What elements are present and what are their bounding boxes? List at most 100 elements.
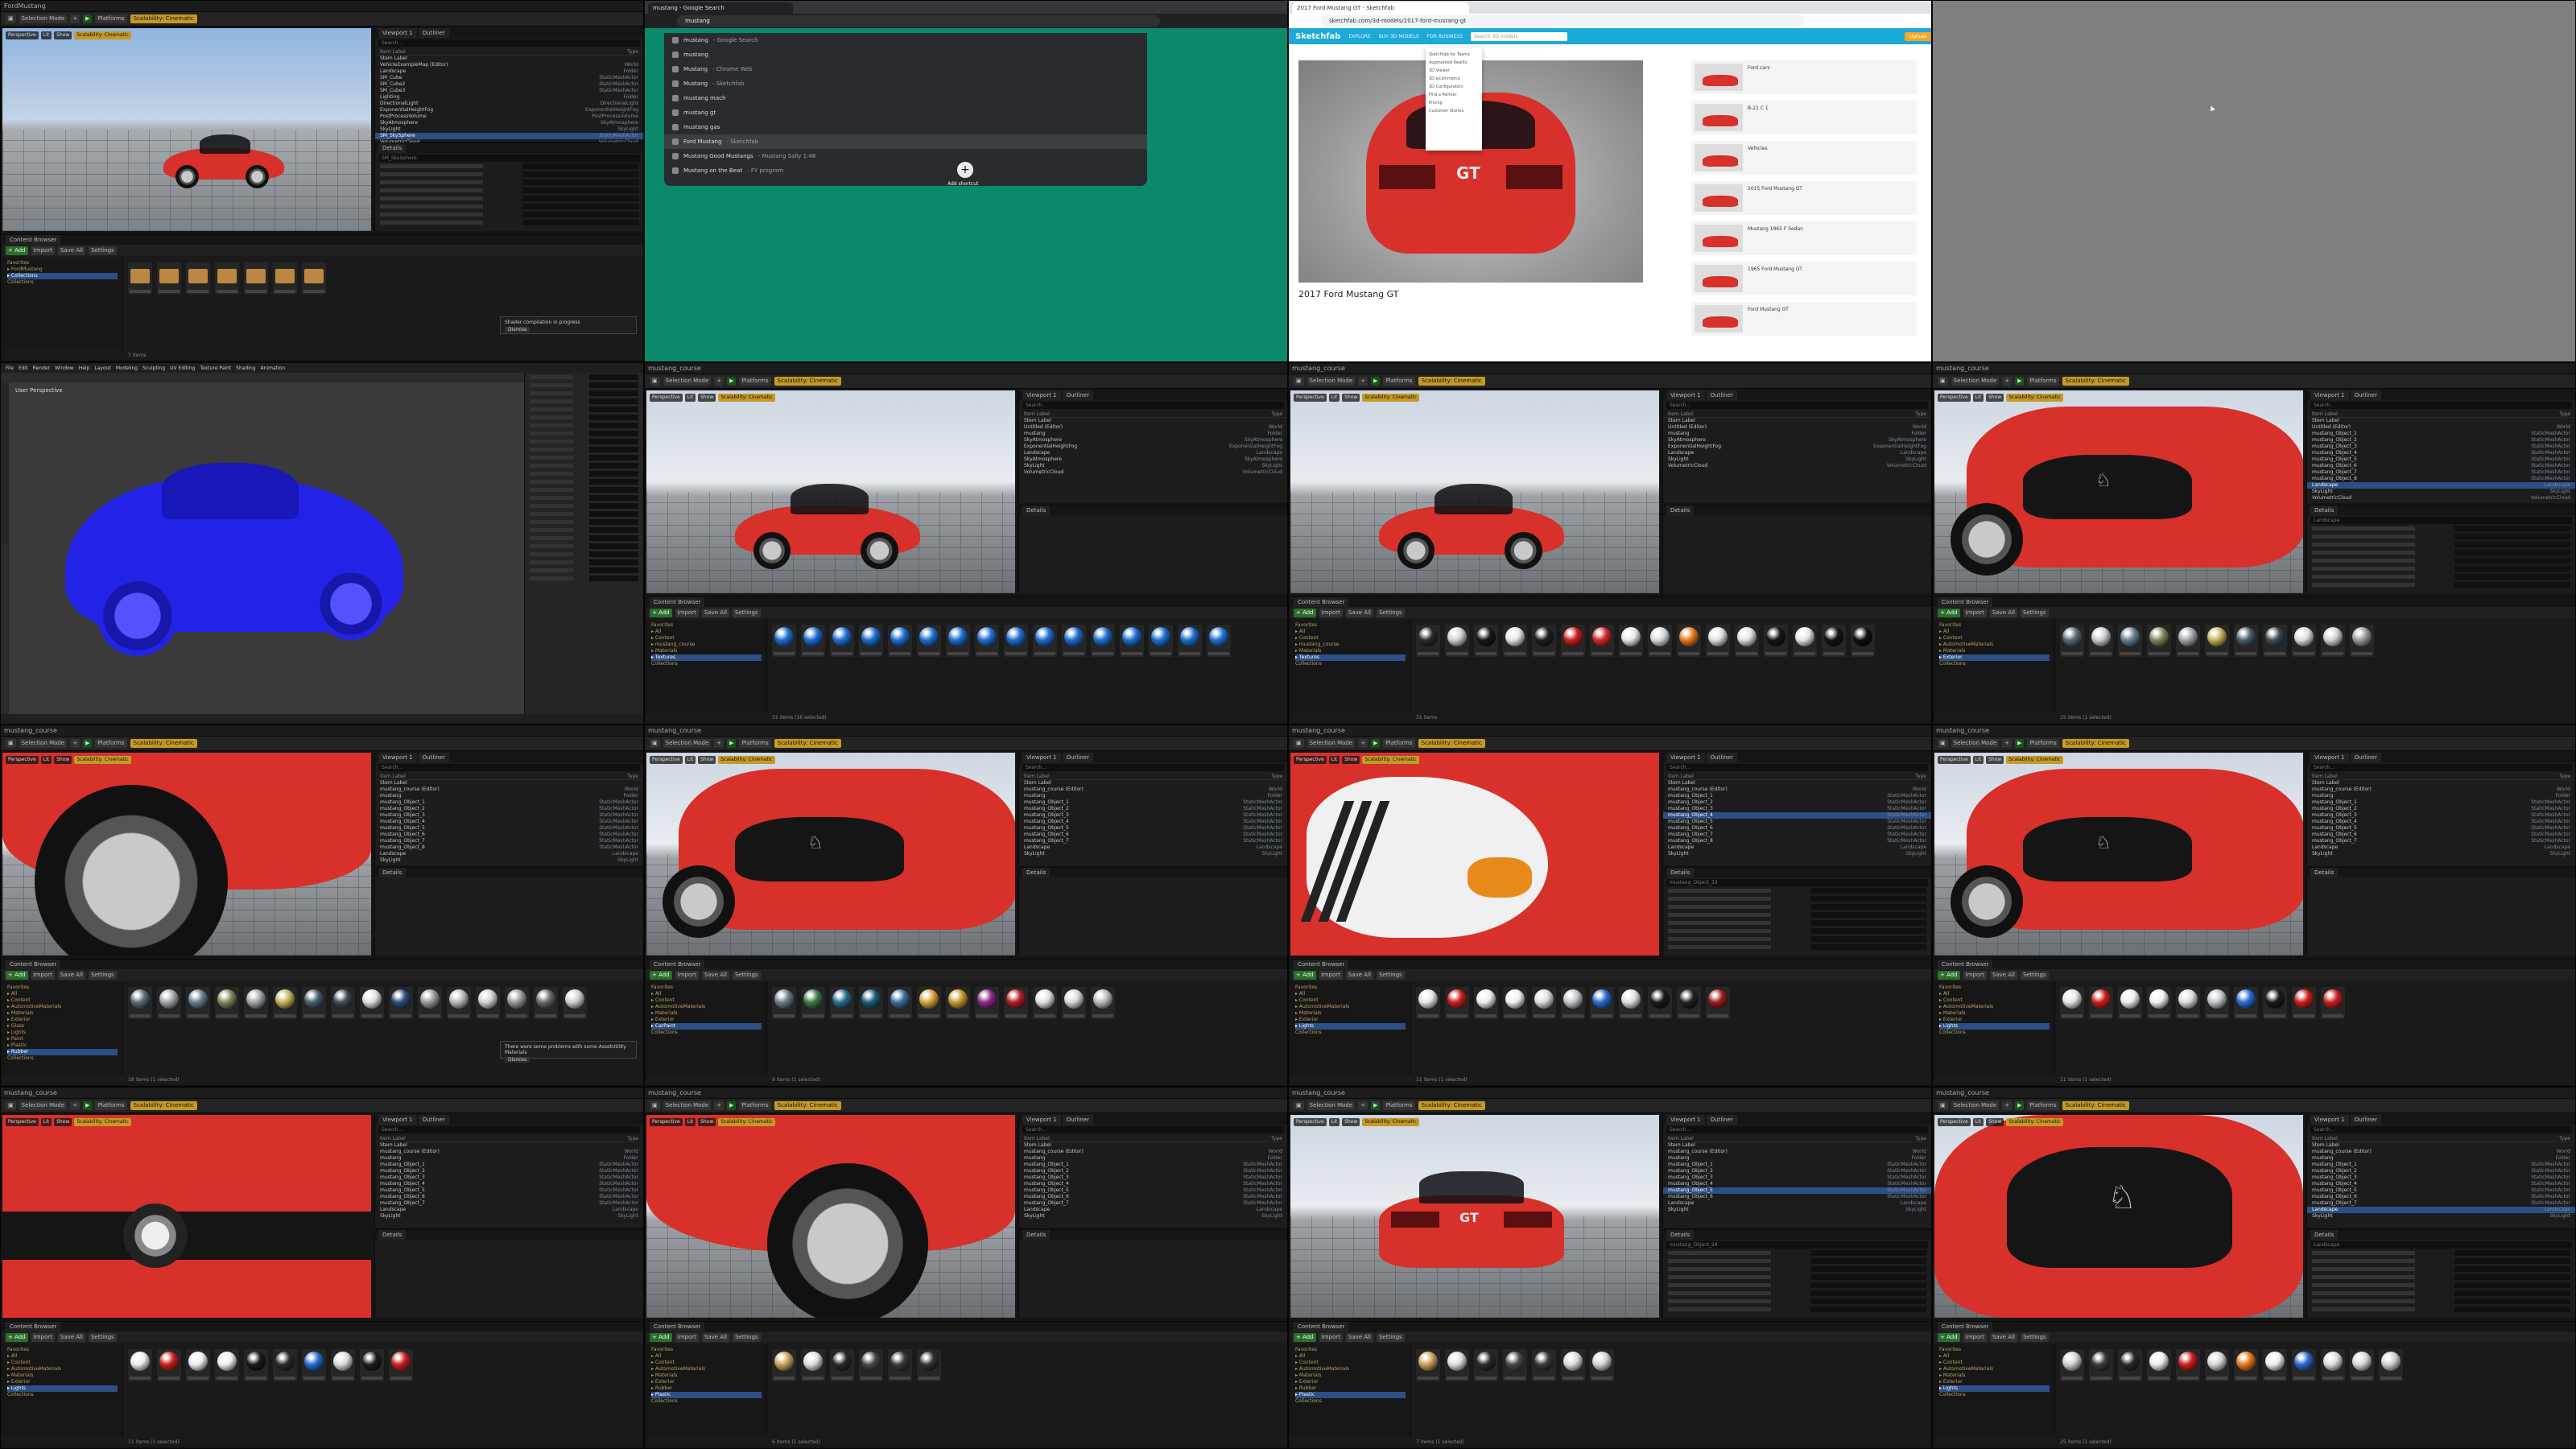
property-value[interactable] [2454,1250,2570,1256]
dismiss-button[interactable]: Dismiss [505,327,530,332]
add-button[interactable]: + Add [1294,970,1316,980]
asset-tile[interactable] [1648,987,1672,1019]
show-button[interactable]: Show [698,1118,716,1126]
folder-item[interactable]: ▸ Materials [1939,1010,2050,1017]
viewport[interactable]: GT Perspective Lit Show Scalability: Cinemat… [1290,1115,1659,1318]
settings-button[interactable]: Settings [2020,970,2049,980]
outliner-row[interactable]: SkyLight SkyLight [2307,1213,2575,1220]
outliner-row[interactable]: Untitled (Editor) World [1019,424,1287,431]
folder-item[interactable]: ▸ AutomotiveMaterials [1939,1366,2050,1373]
play-button[interactable]: ▶ [1371,739,1381,748]
asset-tile[interactable] [1532,987,1556,1019]
import-button[interactable]: Import [675,1332,699,1342]
property-value[interactable] [1810,888,1926,894]
outliner-row[interactable]: Stem Label [2307,780,2575,786]
outliner-row[interactable]: mustang_Object_4 StaticMeshActor [375,819,643,825]
collections-section[interactable]: Collections [651,1398,762,1405]
folder-item[interactable]: ▸ Exterior [651,1017,762,1023]
tab-content-browser[interactable]: Content Browser [650,1322,705,1331]
asset-tile[interactable] [830,987,854,1019]
asset-tile[interactable] [888,987,912,1019]
platforms-button[interactable]: Platforms [95,1101,127,1110]
collections-section[interactable]: Collections [1939,661,2050,667]
asset-tile[interactable] [1590,1349,1614,1381]
outliner-row[interactable]: Untitled (Editor) World [1663,424,1931,431]
property-value[interactable] [1810,1266,1926,1272]
folder-item[interactable]: ▸ Content [651,1360,762,1366]
outliner-row[interactable]: mustang_Object_3 StaticMeshActor [1019,812,1287,819]
outliner-row[interactable]: mustang_Object_7 StaticMeshActor [375,838,643,844]
asset-tile[interactable] [2350,1349,2374,1381]
tab-content-browser[interactable]: Content Browser [6,1322,61,1331]
asset-tile[interactable] [215,262,239,295]
settings-button[interactable]: Settings [88,970,117,980]
property-value[interactable] [522,171,638,177]
outliner-row[interactable]: mustang Folder [375,1155,643,1162]
asset-tile[interactable] [2321,987,2345,1019]
outliner-row[interactable]: mustang_Object_7 StaticMeshActor [375,1200,643,1207]
property-value[interactable] [1810,896,1926,902]
asset-tile[interactable] [244,987,268,1019]
property-value[interactable] [2454,1290,2570,1296]
asset-tile[interactable] [186,987,210,1019]
outliner-row[interactable]: Stem Label [1019,418,1287,424]
outliner-row[interactable]: mustang_Object_3 StaticMeshActor [2307,444,2575,450]
tab-details[interactable]: Details [378,143,407,153]
add-button[interactable]: + Add [6,246,28,255]
settings-button[interactable]: Settings [732,970,761,980]
perspective-button[interactable]: Perspective [650,394,683,402]
folder-item[interactable]: ▸ AutomotiveMaterials [7,1004,118,1010]
outliner-row[interactable]: mustang_course (Editor) World [375,1149,643,1155]
outliner-row[interactable]: mustang_Object_7 StaticMeshActor [1663,832,1931,838]
asset-tile[interactable] [2292,987,2316,1019]
outliner-row[interactable]: mustang_Object_1 StaticMeshActor [1663,1162,1931,1168]
asset-tile[interactable] [2176,987,2200,1019]
asset-tile[interactable] [2234,1349,2258,1381]
outliner-row[interactable]: Landscape Landscape [1019,450,1287,456]
folder-item[interactable]: ▸ mustang_course [651,642,762,648]
asset-tile[interactable] [128,262,152,295]
collections-section[interactable]: Collections [1295,1398,1406,1405]
save-all-button[interactable]: Save All [701,970,729,980]
autocomplete-item[interactable]: mustang - Google Search [664,33,1147,47]
asset-tile[interactable] [1677,987,1701,1019]
tab-outliner[interactable]: Outliner [1706,753,1737,762]
tab-details[interactable]: Details [2310,868,2339,877]
outliner-search[interactable]: Search... [2310,1126,2572,1133]
asset-tile[interactable] [1532,625,1556,657]
show-button[interactable]: Show [1342,394,1360,402]
folder-item[interactable]: ▸ Lights [1939,1385,2050,1392]
folder-item[interactable]: ▸ Rubber [7,1049,118,1055]
address-bar[interactable]: sketchfab.com/3d-models/2017-ford-mustan… [1321,15,1804,27]
outliner-row[interactable]: VolumetricCloudVolumetricCloud [1663,463,1931,469]
folder-item[interactable]: ▸ Materials [1295,648,1406,654]
import-button[interactable]: Import [1319,1332,1343,1342]
folder-item[interactable]: ▸ Exterior [1295,1017,1406,1023]
tab-outliner[interactable]: Outliner [1706,1115,1737,1125]
save-button[interactable]: ▣ [6,14,16,23]
asset-tile[interactable] [157,262,181,295]
property-value[interactable] [589,415,638,420]
outliner-row[interactable]: SkyLight SkyLight [375,126,643,133]
outliner-row[interactable]: mustang_Object_1 StaticMeshActor [2307,799,2575,806]
outliner-row[interactable]: Stem Label [375,1142,643,1149]
outliner-row[interactable]: VolumetricCloudVolumetricCloud [1019,469,1287,476]
favorites-section[interactable]: Favorites [1295,622,1406,629]
folder-item[interactable]: ▸ Content [1939,635,2050,642]
asset-tile[interactable] [2089,987,2113,1019]
import-button[interactable]: Import [31,1332,55,1342]
outliner-row[interactable]: mustang_Object_7 StaticMeshActor [2307,838,2575,844]
add-actor-button[interactable]: + [2002,739,2013,748]
asset-tile[interactable] [128,987,152,1019]
add-actor-button[interactable]: + [70,1101,80,1110]
save-all-button[interactable]: Save All [1989,1332,2017,1342]
show-button[interactable]: Show [698,394,716,402]
outliner-row[interactable]: SkyLight SkyLight [1663,851,1931,857]
show-button[interactable]: Show [1986,756,2004,764]
asset-tile[interactable] [772,987,796,1019]
property-value[interactable] [589,471,638,477]
property-value[interactable] [1810,1274,1926,1280]
blender-menu-item[interactable]: File [6,365,14,371]
tab-outliner[interactable]: Outliner [1706,390,1737,400]
asset-tile[interactable] [917,1349,941,1381]
